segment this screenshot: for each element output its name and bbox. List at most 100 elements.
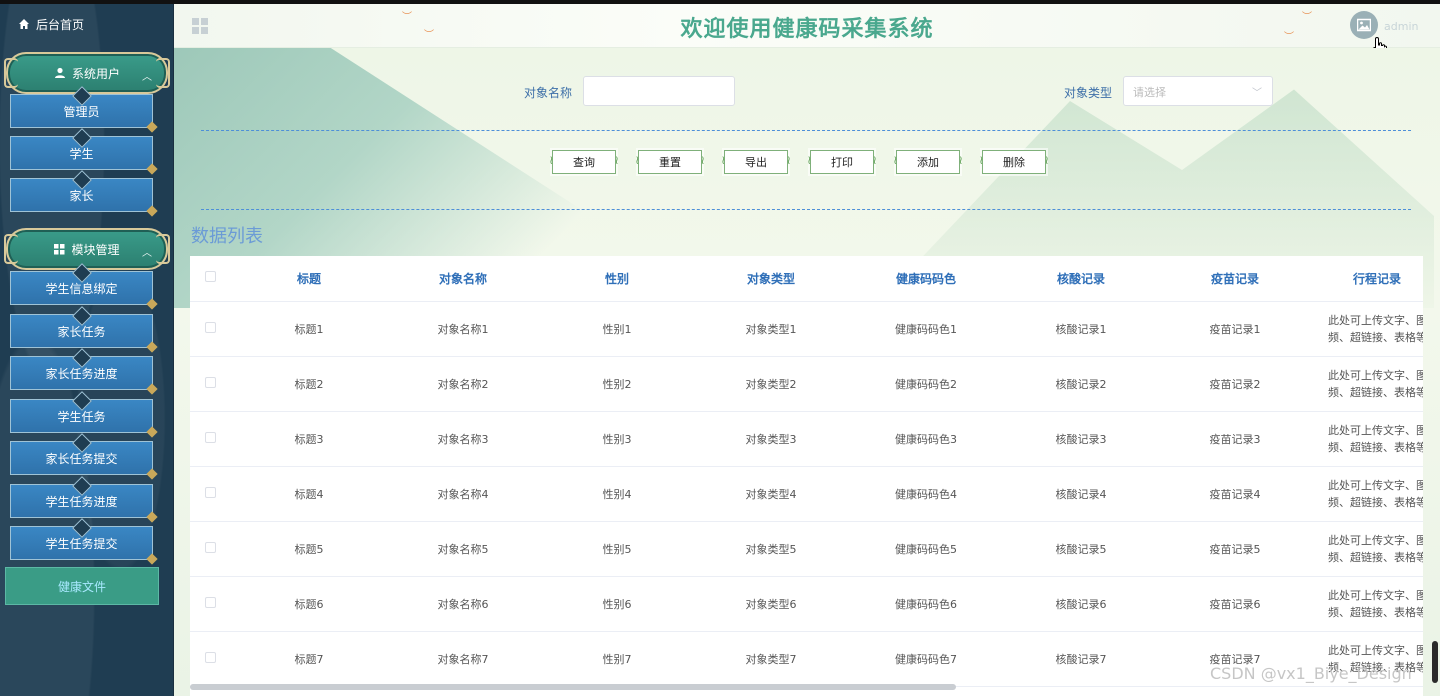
sidebar-item-student-task[interactable]: 学生任务 (10, 399, 153, 433)
trip-text-line: 此处可上传文字、图 (1328, 478, 1423, 492)
table-cell: 性别6 (538, 576, 696, 632)
select-placeholder: 请选择 (1133, 86, 1166, 99)
top-header: ︶ ︶ ︶ ︶ 欢迎使用健康码采集系统 admin (174, 4, 1440, 57)
checkbox[interactable] (204, 541, 216, 553)
home-label: 后台首页 (36, 17, 85, 32)
sidebar-item-student-task-submit[interactable]: 学生任务提交 (10, 526, 153, 560)
table-cell: 疫苗记录4 (1156, 466, 1314, 522)
trip-text-line: 频、超链接、表格等 (1328, 385, 1423, 399)
sidebar-item-student-task-progress[interactable]: 学生任务进度 (10, 484, 153, 518)
checkbox[interactable] (204, 271, 216, 283)
table-cell: 核酸记录3 (1006, 411, 1156, 467)
trip-record-cell: 此处可上传文字、图 频、超链接、表格等 (1314, 576, 1423, 632)
item-label: 学生任务 (57, 409, 106, 424)
select-all-cell[interactable] (190, 256, 230, 302)
object-name-input[interactable] (583, 76, 735, 106)
object-type-label: 对象类型 (1064, 86, 1113, 100)
row-select-cell[interactable] (190, 466, 230, 522)
add-button[interactable]: 添加 (893, 150, 963, 174)
watermark: CSDN @vx1_Biye_Design (1210, 664, 1412, 683)
table-cell: 疫苗记录2 (1156, 356, 1314, 412)
table-cell: 对象名称3 (388, 411, 538, 467)
sidebar-item-admin[interactable]: 管理员 (10, 94, 153, 128)
action-buttons: 查询 重置 导出 打印 添加 删除 (549, 150, 1049, 176)
checkbox[interactable] (204, 596, 216, 608)
sidebar-item-parent[interactable]: 家长 (10, 178, 153, 212)
table-cell: 核酸记录2 (1006, 356, 1156, 412)
chevron-up-icon: ︿ (142, 248, 152, 259)
sidebar-item-parent-task-submit[interactable]: 家长任务提交 (10, 441, 153, 475)
table-cell: 健康码码色5 (846, 521, 1006, 577)
table-row[interactable]: 标题6 对象名称6 性别6 对象类型6 健康码码色6 核酸记录6 疫苗记录6 此处可上传文字、… (190, 576, 1423, 632)
table-cell: 对象名称6 (388, 576, 538, 632)
sidebar-item-parent-task-progress[interactable]: 家长任务进度 (10, 356, 153, 390)
column-header: 对象名称 (388, 256, 538, 302)
table-cell: 性别3 (538, 411, 696, 467)
row-select-cell[interactable] (190, 411, 230, 467)
user-icon (54, 67, 65, 78)
divider (201, 209, 1411, 210)
delete-button[interactable]: 删除 (979, 150, 1049, 174)
ornament (156, 234, 170, 264)
chevron-up-icon: ︿ (142, 72, 152, 83)
username[interactable]: admin (1384, 20, 1418, 33)
ornament (156, 58, 170, 88)
sidebar-item-health-files[interactable]: 健康文件 (5, 567, 159, 605)
trip-text-line: 此处可上传文字、图 (1328, 533, 1423, 547)
export-button[interactable]: 导出 (721, 150, 791, 174)
sidebar-item-student[interactable]: 学生 (10, 136, 153, 170)
item-label: 家长任务提交 (45, 451, 118, 466)
table-cell: 性别1 (538, 301, 696, 357)
table-cell: 核酸记录5 (1006, 521, 1156, 577)
horizontal-scrollbar[interactable] (190, 684, 956, 690)
print-button[interactable]: 打印 (807, 150, 877, 174)
trip-record-cell: 此处可上传文字、图 频、超链接、表格等 (1314, 411, 1423, 467)
checkbox[interactable] (204, 651, 216, 663)
object-name-label: 对象名称 (524, 86, 573, 100)
column-header: 性别 (538, 256, 696, 302)
checkbox[interactable] (204, 376, 216, 388)
item-label: 学生 (69, 146, 94, 161)
table-cell: 标题6 (230, 576, 388, 632)
avatar[interactable] (1350, 11, 1378, 39)
reset-button[interactable]: 重置 (635, 150, 705, 174)
table-cell: 标题1 (230, 301, 388, 357)
table-row[interactable]: 标题5 对象名称5 性别5 对象类型5 健康码码色5 核酸记录5 疫苗记录5 此处可上传文字、… (190, 521, 1423, 577)
sidebar-item-parent-task[interactable]: 家长任务 (10, 314, 153, 348)
query-button[interactable]: 查询 (549, 150, 619, 174)
table-row[interactable]: 标题4 对象名称4 性别4 对象类型4 健康码码色4 核酸记录4 疫苗记录4 此处可上传文字、… (190, 466, 1423, 522)
row-select-cell[interactable] (190, 521, 230, 577)
row-select-cell[interactable] (190, 576, 230, 632)
table-row[interactable]: 标题3 对象名称3 性别3 对象类型3 健康码码色3 核酸记录3 疫苗记录3 此处可上传文字、… (190, 411, 1423, 467)
trip-text-line: 此处可上传文字、图 (1328, 423, 1423, 437)
column-header: 核酸记录 (1006, 256, 1156, 302)
table-row[interactable]: 标题1 对象名称1 性别1 对象类型1 健康码码色1 核酸记录1 疫苗记录1 此处可上传文字、… (190, 301, 1423, 357)
object-type-select[interactable]: 请选择 ﹀ (1123, 76, 1273, 106)
table-cell: 标题7 (230, 631, 388, 687)
table-cell: 标题4 (230, 466, 388, 522)
checkbox[interactable] (204, 486, 216, 498)
row-select-cell[interactable] (190, 356, 230, 412)
table-cell: 对象类型2 (696, 356, 846, 412)
trip-text-line: 此处可上传文字、图 (1328, 313, 1423, 327)
column-header: 健康码码色 (846, 256, 1006, 302)
table-cell: 性别2 (538, 356, 696, 412)
table-cell: 核酸记录6 (1006, 576, 1156, 632)
row-select-cell[interactable] (190, 301, 230, 357)
row-select-cell[interactable] (190, 631, 230, 687)
trip-record-cell: 此处可上传文字、图 频、超链接、表格等 (1314, 356, 1423, 412)
table-cell: 标题5 (230, 521, 388, 577)
trip-text-line: 频、超链接、表格等 (1328, 330, 1423, 344)
table-cell: 对象类型3 (696, 411, 846, 467)
table-cell: 性别5 (538, 521, 696, 577)
table-cell: 健康码码色7 (846, 631, 1006, 687)
menu-group-modules[interactable]: 模块管理 ︿ (4, 228, 170, 270)
home-link[interactable]: 后台首页 (18, 16, 84, 32)
sidebar-item-student-binding[interactable]: 学生信息绑定 (10, 271, 153, 305)
vertical-scrollbar[interactable] (1432, 641, 1438, 683)
checkbox[interactable] (204, 321, 216, 333)
divider (201, 130, 1411, 131)
menu-group-system-users[interactable]: 系统用户 ︿ (4, 52, 170, 94)
checkbox[interactable] (204, 431, 216, 443)
table-row[interactable]: 标题2 对象名称2 性别2 对象类型2 健康码码色2 核酸记录2 疫苗记录2 此处可上传文字、… (190, 356, 1423, 412)
